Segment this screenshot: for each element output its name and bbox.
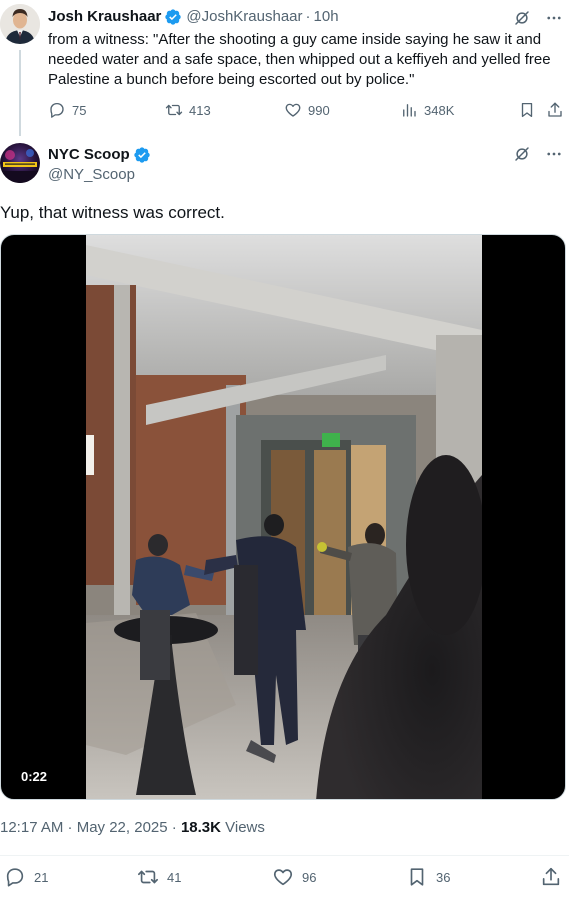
reply-count: 21	[34, 869, 49, 885]
more-icon[interactable]	[545, 9, 563, 27]
thread-connector-line	[19, 50, 21, 136]
bookmark-icon	[521, 102, 533, 118]
like-icon	[285, 103, 301, 117]
reply-icon	[6, 868, 24, 887]
separator-dot: ·	[305, 8, 311, 25]
parent-tweet-top-actions	[513, 9, 563, 27]
bookmark-count: 36	[436, 869, 451, 885]
more-icon[interactable]	[545, 145, 563, 163]
main-tweet-text: Yup, that witness was correct.	[0, 203, 225, 222]
avatar-nyc-scoop[interactable]	[0, 143, 40, 183]
tweet-time[interactable]: 10h	[314, 7, 339, 27]
parent-tweet-header: Josh Kraushaar @JoshKraushaar · 10h	[48, 7, 339, 27]
repost-button[interactable]: 413	[165, 101, 211, 119]
views-label: Views	[220, 819, 265, 836]
views-icon	[403, 104, 416, 117]
share-button[interactable]	[540, 866, 562, 888]
views-button[interactable]: 348K	[400, 101, 454, 119]
like-icon	[273, 869, 293, 886]
repost-icon	[165, 104, 183, 116]
avatar-josh-kraushaar[interactable]	[0, 4, 40, 44]
main-tweet-header: NYC Scoop @NY_Scoop	[0, 143, 569, 187]
like-button[interactable]: 96	[272, 866, 316, 888]
tweet-timestamp[interactable]: 12:17 AM · May 22, 2025 ·	[0, 819, 181, 836]
grok-icon[interactable]	[513, 9, 531, 27]
bookmark-button[interactable]: 36	[406, 866, 450, 888]
reply-count: 75	[72, 102, 87, 118]
video-frame	[86, 235, 482, 799]
parent-tweet[interactable]: Josh Kraushaar @JoshKraushaar · 10h from…	[0, 0, 569, 140]
share-icon	[542, 867, 560, 886]
parent-tweet-text: from a witness: "After the shooting a gu…	[48, 31, 551, 88]
bookmark-icon	[410, 868, 424, 886]
author-handle[interactable]: @NY_Scoop	[48, 165, 135, 185]
reply-icon	[50, 102, 64, 118]
reply-button[interactable]: 21	[4, 866, 48, 888]
video-player[interactable]: 0:22	[0, 234, 566, 800]
repost-count: 41	[167, 869, 182, 885]
views-count: 348K	[424, 102, 455, 118]
grok-icon[interactable]	[513, 145, 531, 163]
verified-badge-icon	[134, 147, 150, 163]
repost-count: 413	[189, 102, 211, 118]
author-name[interactable]: NYC Scoop	[48, 145, 130, 165]
video-duration: 0:22	[15, 767, 54, 787]
verified-badge-icon	[165, 9, 182, 25]
parent-tweet-actions: 75 413 990 348K	[48, 101, 568, 123]
share-button[interactable]	[546, 101, 564, 119]
author-handle[interactable]: @JoshKraushaar	[186, 7, 302, 27]
bookmark-button[interactable]	[518, 101, 536, 119]
main-tweet-actions: 21 41 96 36	[0, 866, 569, 892]
views-total: 18.3K	[180, 819, 221, 836]
repost-icon	[138, 870, 158, 884]
divider	[0, 855, 569, 856]
author-name[interactable]: Josh Kraushaar	[48, 7, 161, 27]
like-count: 96	[302, 869, 317, 885]
main-tweet-top-actions	[513, 145, 563, 163]
like-count: 990	[308, 102, 330, 118]
main-author-name-row: NYC Scoop	[48, 145, 151, 165]
share-icon	[548, 102, 562, 117]
repost-button[interactable]: 41	[137, 866, 181, 888]
reply-button[interactable]: 75	[48, 101, 86, 119]
tweet-meta: 12:17 AM · May 22, 2025 · 18.3K Views	[0, 818, 265, 838]
like-button[interactable]: 990	[284, 101, 330, 119]
